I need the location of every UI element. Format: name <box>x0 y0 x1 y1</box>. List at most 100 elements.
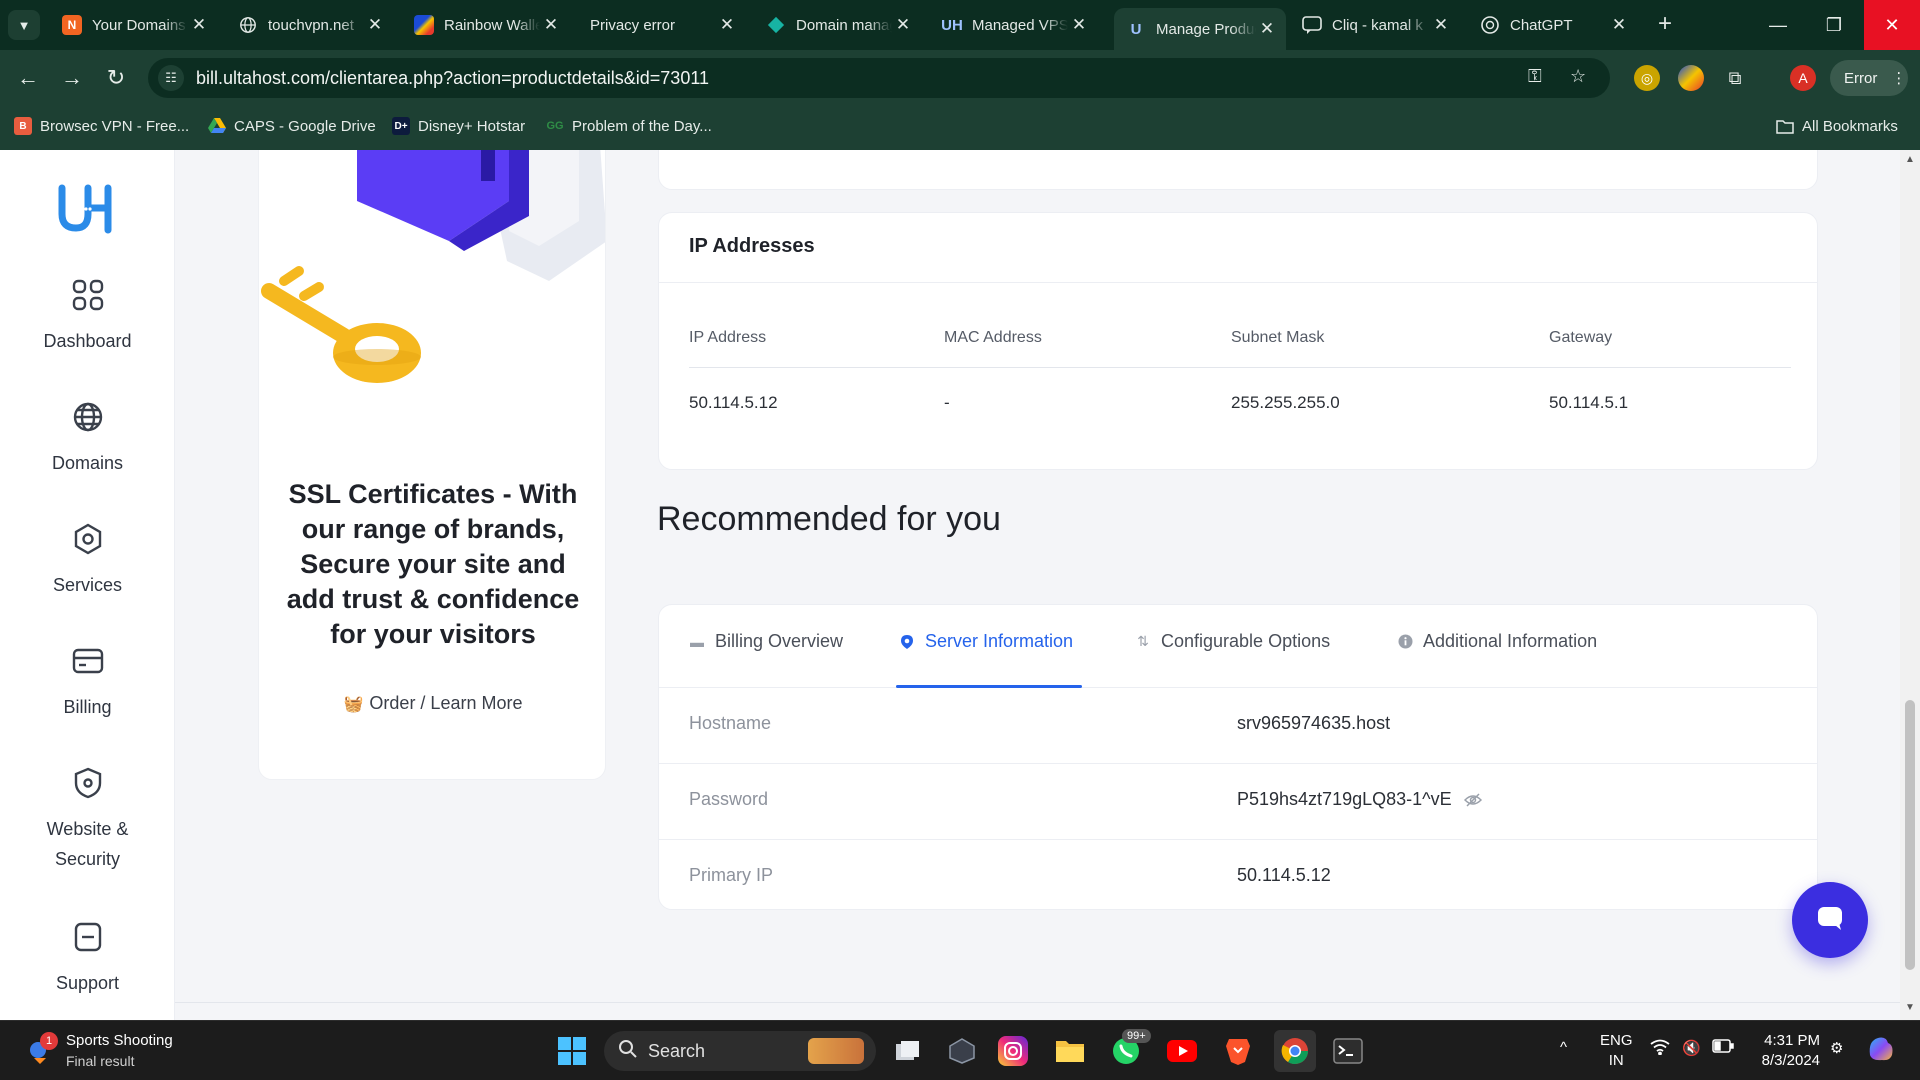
brave-icon[interactable] <box>1220 1033 1256 1069</box>
url-text[interactable]: bill.ultahost.com/clientarea.php?action=… <box>196 68 709 89</box>
bookmark-item[interactable]: CAPS - Google Drive <box>208 117 376 135</box>
app-icon[interactable] <box>944 1033 980 1069</box>
battery-icon[interactable] <box>1712 1039 1734 1057</box>
taskbar-search[interactable]: Search <box>604 1031 876 1071</box>
ultahost-icon: U <box>1130 20 1142 38</box>
browser-tab[interactable]: UH Managed VPS ✕ <box>930 8 1098 42</box>
browser-tab[interactable]: ChatGPT ✕ <box>1468 8 1638 42</box>
folder-icon <box>1776 117 1794 135</box>
restore-button[interactable]: ❐ <box>1806 0 1862 50</box>
browser-error-button[interactable]: Error ⋮ <box>1830 60 1908 96</box>
browser-tab[interactable]: N Your Domains ✕ <box>50 8 218 42</box>
browser-tab-active[interactable]: U Manage Product ✕ <box>1114 8 1286 50</box>
eye-slash-icon[interactable] <box>1463 791 1482 809</box>
volume-muted-icon[interactable]: 🔇 <box>1682 1039 1701 1057</box>
close-tab-icon[interactable]: ✕ <box>716 15 738 35</box>
wifi-icon[interactable] <box>1650 1039 1670 1059</box>
youtube-icon[interactable] <box>1164 1033 1200 1069</box>
back-button[interactable]: ← <box>12 62 44 94</box>
chrome-icon[interactable] <box>1274 1030 1316 1072</box>
close-tab-icon[interactable]: ✕ <box>1068 15 1090 35</box>
show-hidden-icons[interactable]: ^ <box>1560 1039 1567 1056</box>
tab-configurable-options[interactable]: ⇅ Configurable Options <box>1135 631 1330 652</box>
active-tab-indicator <box>896 685 1082 688</box>
ultahost-icon: UH <box>941 16 963 34</box>
terminal-icon[interactable] <box>1330 1033 1366 1069</box>
copilot-icon[interactable] <box>1866 1035 1896 1067</box>
reload-button[interactable]: ↻ <box>100 62 132 94</box>
chat-button[interactable] <box>1792 882 1868 958</box>
widgets-news[interactable]: 1 Sports Shooting Final result <box>26 1031 173 1071</box>
close-tab-icon[interactable]: ✕ <box>364 15 386 35</box>
sidebar-item-website-security[interactable]: Website & Security <box>0 766 175 874</box>
password-key-icon[interactable]: ⚿ <box>1528 66 1542 87</box>
column-header: Gateway <box>1549 329 1613 346</box>
ultahost-logo[interactable] <box>58 184 116 234</box>
bookmark-item[interactable]: D+ Disney+ Hotstar <box>392 117 525 135</box>
minimize-button[interactable]: — <box>1750 0 1806 50</box>
scroll-thumb[interactable] <box>1905 700 1915 970</box>
sidebar-item-dashboard[interactable]: Dashboard <box>0 278 175 356</box>
close-tab-icon[interactable]: ✕ <box>1256 19 1278 39</box>
close-tab-icon[interactable]: ✕ <box>1430 15 1452 35</box>
extensions-puzzle-icon[interactable]: ⧉ <box>1722 65 1748 91</box>
all-bookmarks-button[interactable]: All Bookmarks <box>1776 117 1898 135</box>
instagram-icon[interactable] <box>998 1036 1028 1066</box>
notifications-gear-icon[interactable]: ⚙ <box>1830 1039 1843 1057</box>
gfg-icon: GG <box>546 120 564 132</box>
windows-start-button[interactable] <box>554 1033 590 1069</box>
rainbow-extension-icon[interactable] <box>1678 65 1704 91</box>
globe-icon <box>238 15 258 35</box>
ssl-key-illustration <box>259 150 605 411</box>
tab-search-button[interactable]: ▼ <box>8 10 40 40</box>
new-tab-button[interactable]: + <box>1650 10 1680 38</box>
forward-button[interactable]: → <box>56 62 88 94</box>
bookmarks-bar: B Browsec VPN - Free... CAPS - Google Dr… <box>0 106 1920 150</box>
browser-tab[interactable]: Privacy error ✕ <box>578 8 746 42</box>
sidebar-item-domains[interactable]: Domains <box>0 400 175 478</box>
profile-avatar[interactable]: A <box>1790 65 1816 91</box>
scroll-up-icon[interactable]: ▲ <box>1900 154 1920 165</box>
diamond-icon <box>766 15 786 35</box>
close-tab-icon[interactable]: ✕ <box>1608 15 1630 35</box>
browser-tab[interactable]: Rainbow Wallet ✕ <box>402 8 570 42</box>
close-window-button[interactable]: ✕ <box>1864 0 1920 50</box>
sidebar-item-billing[interactable]: Billing <box>0 644 175 722</box>
input-language[interactable]: ENG IN <box>1600 1031 1633 1071</box>
file-explorer-icon[interactable] <box>1052 1033 1088 1069</box>
tab-server-information[interactable]: Server Information <box>899 631 1073 652</box>
arrow-right-icon: → <box>61 65 83 90</box>
tabs-divider <box>659 687 1817 688</box>
address-bar[interactable]: ☷ bill.ultahost.com/clientarea.php?actio… <box>148 58 1610 98</box>
browser-tab[interactable]: touchvpn.net ✕ <box>226 8 394 42</box>
system-clock[interactable]: 4:31 PM 8/3/2024 <box>1740 1031 1820 1071</box>
close-tab-icon[interactable]: ✕ <box>892 15 914 35</box>
sidebar-item-services[interactable]: Services <box>0 522 175 600</box>
order-learn-more-link[interactable]: 🧺 Order / Learn More <box>259 693 605 714</box>
whatsapp-badge: 99+ <box>1122 1029 1151 1043</box>
footer-divider <box>175 1002 1900 1003</box>
previous-card <box>658 150 1818 190</box>
page-scrollbar[interactable]: ▲ ▼ <box>1900 150 1920 1020</box>
rainbow-icon <box>414 15 434 35</box>
close-tab-icon[interactable]: ✕ <box>188 15 210 35</box>
scroll-down-icon[interactable]: ▼ <box>1900 1002 1920 1013</box>
browser-tab[interactable]: Domain manager ✕ <box>754 8 922 42</box>
sidebar-item-support[interactable]: Support <box>0 920 175 998</box>
column-header: IP Address <box>689 329 767 346</box>
task-view-icon[interactable] <box>890 1033 926 1069</box>
browser-tab[interactable]: Cliq - kamal k ✕ <box>1290 8 1460 42</box>
card-header: IP Addresses <box>659 213 1817 283</box>
tab-billing-overview[interactable]: ▬ Billing Overview <box>689 631 843 652</box>
bookmark-item[interactable]: B Browsec VPN - Free... <box>14 117 189 135</box>
extension-fingerprint-icon[interactable]: ◎ <box>1634 65 1660 91</box>
site-info-icon[interactable]: ☷ <box>158 65 184 91</box>
basket-icon: 🧺 <box>343 696 364 713</box>
tab-additional-information[interactable]: Additional Information <box>1397 631 1597 652</box>
billing-icon: ▬ <box>690 633 704 650</box>
chat-bubble-icon <box>1815 903 1845 938</box>
close-tab-icon[interactable]: ✕ <box>540 15 562 35</box>
bookmark-item[interactable]: GG Problem of the Day... <box>546 117 711 135</box>
bookmark-star-icon[interactable]: ☆ <box>1570 66 1586 87</box>
grid-icon <box>71 278 105 312</box>
